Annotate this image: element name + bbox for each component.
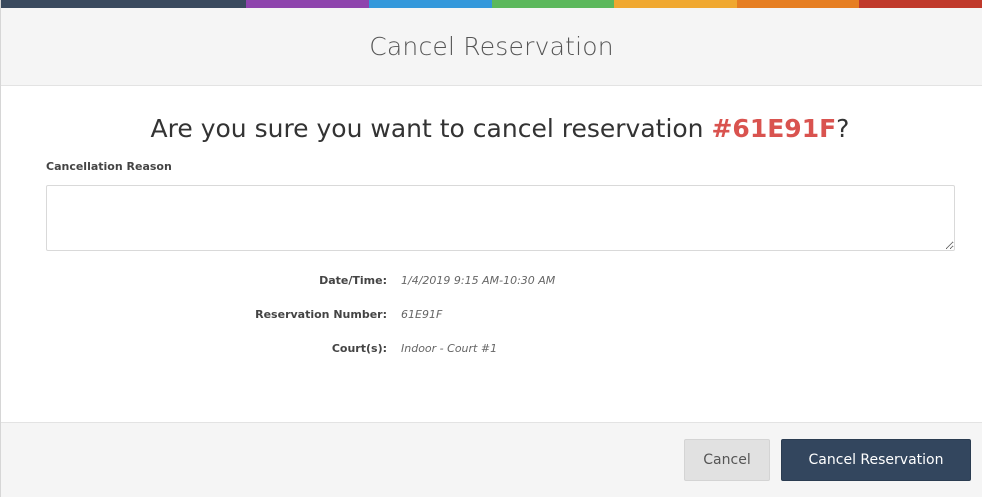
confirmation-question: Are you sure you want to cancel reservat… (46, 86, 954, 160)
modal-title: Cancel Reservation (369, 32, 614, 61)
reservation-details: Date/Time: 1/4/2019 9:15 AM-10:30 AM Res… (46, 274, 954, 376)
color-stripe-segment (614, 0, 737, 8)
question-text: Are you sure you want to cancel reservat… (150, 114, 704, 143)
modal-header: Cancel Reservation (1, 8, 982, 86)
confirm-cancel-reservation-button[interactable]: Cancel Reservation (781, 439, 971, 481)
courts-value: Indoor - Court #1 (401, 342, 498, 355)
modal-footer: Cancel Cancel Reservation (1, 422, 982, 497)
header-color-stripe (1, 0, 982, 8)
color-stripe-segment (859, 0, 982, 8)
courts-label: Court(s): (331, 342, 387, 355)
datetime-value: 1/4/2019 9:15 AM-10:30 AM (401, 274, 556, 287)
color-stripe-segment (736, 0, 860, 8)
color-stripe-segment (123, 0, 247, 8)
modal-body: Are you sure you want to cancel reservat… (1, 86, 982, 422)
detail-row-courts: Court(s): Indoor - Court #1 (46, 342, 954, 376)
color-stripe-segment (246, 0, 369, 8)
reservation-code: #61E91F (711, 114, 837, 143)
cancel-reservation-modal: Cancel Reservation Are you sure you want… (0, 0, 982, 497)
question-mark: ? (836, 114, 850, 143)
detail-row-reservation-number: Reservation Number: 61E91F (46, 308, 954, 342)
color-stripe-segment (1, 0, 124, 8)
cancel-button[interactable]: Cancel (684, 439, 770, 481)
reservation-number-value: 61E91F (401, 308, 443, 321)
cancellation-reason-label: Cancellation Reason (46, 160, 172, 173)
color-stripe-segment (368, 0, 492, 8)
color-stripe-segment (491, 0, 615, 8)
cancellation-reason-input[interactable] (46, 185, 955, 251)
reservation-number-label: Reservation Number: (255, 308, 387, 321)
datetime-label: Date/Time: (319, 274, 387, 287)
detail-row-datetime: Date/Time: 1/4/2019 9:15 AM-10:30 AM (46, 274, 954, 308)
